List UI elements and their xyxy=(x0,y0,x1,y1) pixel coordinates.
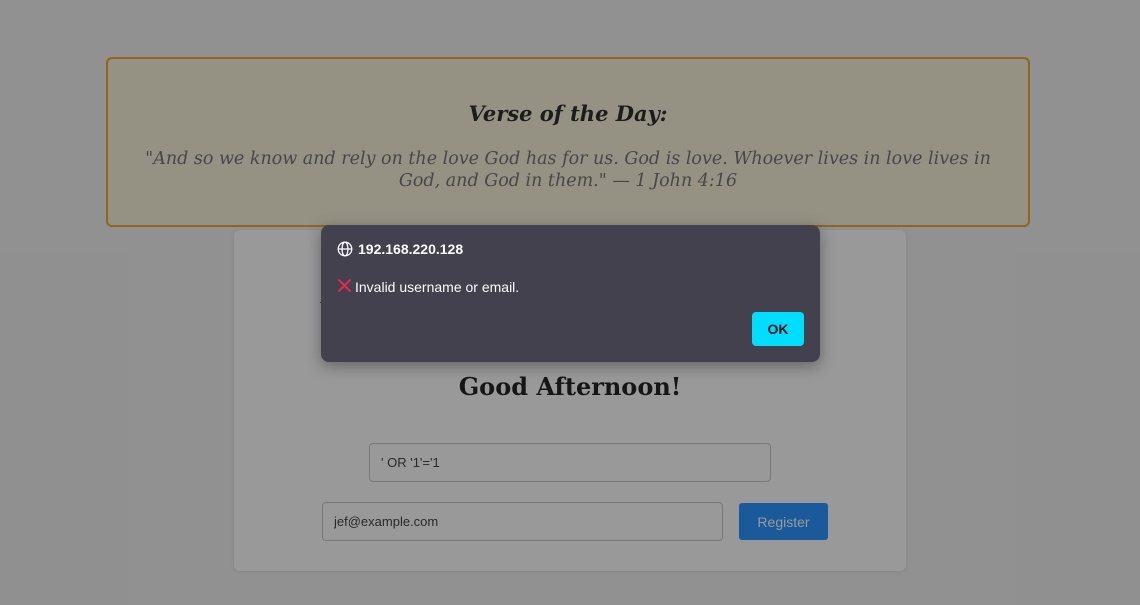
dialog-message: Invalid username or email. xyxy=(355,278,520,295)
dialog-origin: 192.168.220.128 xyxy=(358,241,464,257)
globe-icon xyxy=(337,241,353,257)
dialog-header: 192.168.220.128 xyxy=(337,241,463,257)
ok-button[interactable]: OK xyxy=(752,312,804,346)
cross-icon xyxy=(337,278,352,295)
dialog-message-row: Invalid username or email. xyxy=(337,278,519,295)
alert-dialog: 192.168.220.128 Invalid username or emai… xyxy=(321,225,820,362)
